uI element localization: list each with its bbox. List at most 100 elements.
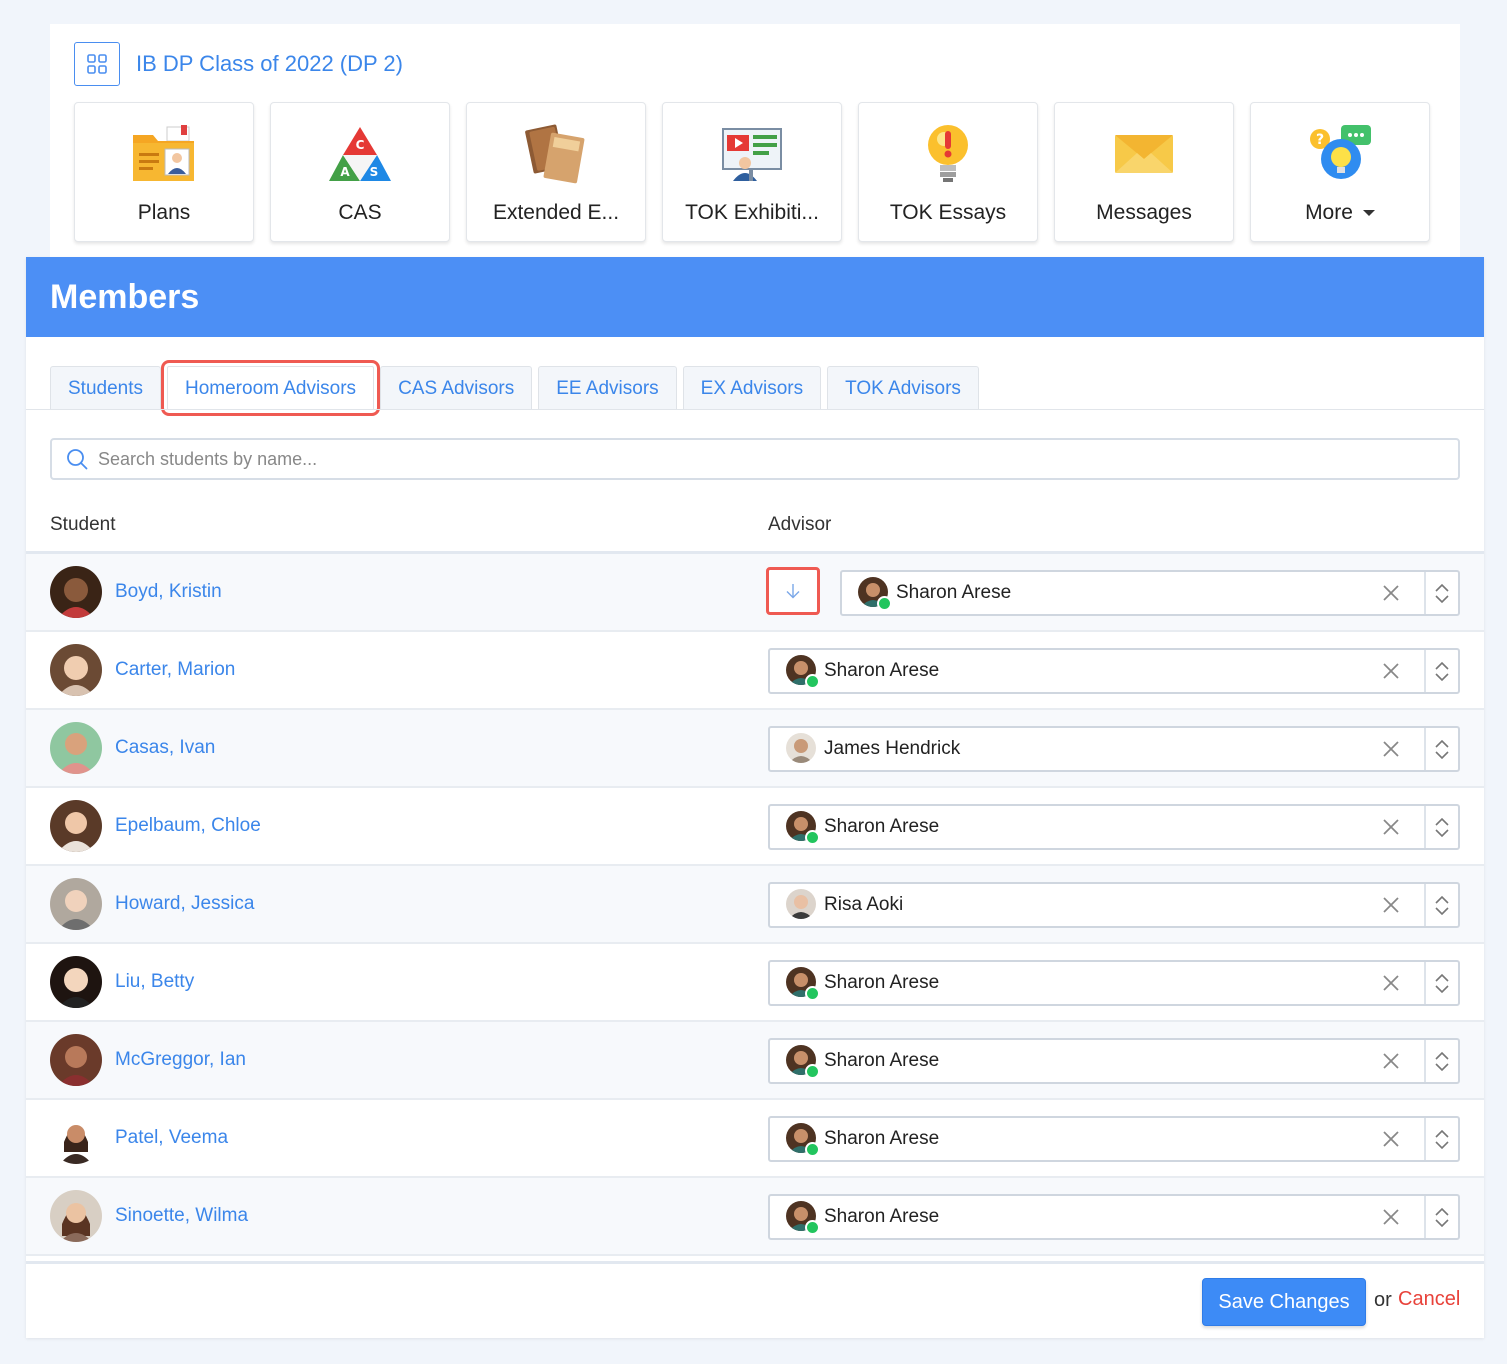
close-icon[interactable] [1380, 1128, 1402, 1150]
class-card: IB DP Class of 2022 (DP 2) Plans C A S C… [50, 24, 1460, 264]
chevron-up-icon [1435, 661, 1449, 670]
close-icon[interactable] [1380, 1206, 1402, 1228]
chevron-down-icon [1435, 750, 1449, 759]
tab-ex-advisors[interactable]: EX Advisors [682, 366, 822, 410]
svg-text:C: C [356, 138, 365, 152]
close-icon[interactable] [1380, 660, 1402, 682]
select-stepper[interactable] [1424, 1040, 1458, 1082]
student-name[interactable]: Sinoette, Wilma [115, 1205, 248, 1227]
chevron-up-icon [1435, 583, 1449, 592]
student-name[interactable]: Liu, Betty [115, 971, 194, 993]
advisor-name: Sharon Arese [824, 660, 940, 681]
chevron-up-icon [1435, 817, 1449, 826]
extended-essay-notebook-icon [525, 124, 585, 184]
tab-students[interactable]: Students [50, 366, 161, 410]
table-row: Casas, Ivan James Hendrick [26, 710, 1484, 788]
close-icon[interactable] [1380, 582, 1402, 604]
tile-label: Messages [1096, 201, 1192, 224]
advisor-name: Sharon Arese [824, 1128, 940, 1149]
or-text: or [1374, 1289, 1392, 1311]
advisor-avatar [786, 967, 820, 1001]
tile-tok-exhibition[interactable]: TOK Exhibiti... [662, 102, 842, 242]
advisor-name: James Hendrick [824, 738, 961, 759]
tab-homeroom-advisors[interactable]: Homeroom Advisors [160, 360, 381, 416]
advisor-avatar [786, 733, 818, 765]
tile-plans[interactable]: Plans [74, 102, 254, 242]
advisor-select[interactable]: Sharon Arese [768, 1194, 1460, 1240]
tile-label: TOK Exhibiti... [685, 201, 819, 224]
student-cell: Boyd, Kristin [50, 566, 222, 618]
student-name[interactable]: Patel, Veema [115, 1127, 228, 1149]
close-icon[interactable] [1380, 1050, 1402, 1072]
tile-extended-essay[interactable]: Extended E... [466, 102, 646, 242]
advisor-select[interactable]: Sharon Arese [768, 804, 1460, 850]
student-cell: Epelbaum, Chloe [50, 800, 261, 852]
select-stepper[interactable] [1424, 650, 1458, 692]
student-name[interactable]: McGreggor, Ian [115, 1049, 246, 1071]
advisor-select[interactable]: James Hendrick [768, 726, 1460, 772]
close-icon[interactable] [1380, 894, 1402, 916]
apps-grid-button[interactable] [74, 42, 120, 86]
advisor-select[interactable]: Sharon Arese [768, 960, 1460, 1006]
online-status-dot [805, 1142, 820, 1157]
advisor-avatar [786, 811, 820, 845]
student-name[interactable]: Epelbaum, Chloe [115, 815, 261, 837]
avatar [50, 1034, 102, 1086]
app-tiles: Plans C A S CAS Extended E... TOK Exhibi… [74, 102, 1430, 242]
close-icon[interactable] [1380, 816, 1402, 838]
chevron-down-icon [1435, 828, 1449, 837]
select-stepper[interactable] [1424, 806, 1458, 848]
online-status-dot [877, 596, 892, 611]
svg-text:A: A [340, 165, 350, 179]
select-stepper[interactable] [1424, 1118, 1458, 1160]
chevron-up-icon [1435, 1129, 1449, 1138]
advisor-name: Sharon Arese [824, 972, 940, 993]
table-row: Howard, Jessica Risa Aoki [26, 866, 1484, 944]
class-title[interactable]: IB DP Class of 2022 (DP 2) [136, 51, 403, 77]
select-stepper[interactable] [1424, 962, 1458, 1004]
student-name[interactable]: Boyd, Kristin [115, 581, 222, 603]
tab-cas-advisors[interactable]: CAS Advisors [380, 366, 533, 410]
close-icon[interactable] [1380, 972, 1402, 994]
apply-to-all-button[interactable] [766, 567, 820, 615]
advisor-select[interactable]: Risa Aoki [768, 882, 1460, 928]
avatar [50, 566, 102, 618]
tile-more[interactable]: ? More [1250, 102, 1430, 242]
search-input[interactable] [98, 448, 1398, 470]
footer-divider [26, 1261, 1484, 1264]
tile-messages[interactable]: Messages [1054, 102, 1234, 242]
more-menu-label: More [1305, 201, 1375, 225]
table-row: Boyd, Kristin Sharon Arese [26, 554, 1484, 632]
student-name[interactable]: Casas, Ivan [115, 737, 215, 759]
search-icon [67, 449, 88, 470]
advisor-select[interactable]: Sharon Arese [768, 1116, 1460, 1162]
advisor-select[interactable]: Sharon Arese [768, 1038, 1460, 1084]
advisor-name: Sharon Arese [824, 816, 940, 837]
table-row: Epelbaum, Chloe Sharon Arese [26, 788, 1484, 866]
tile-tok-essays[interactable]: TOK Essays [858, 102, 1038, 242]
save-changes-button[interactable]: Save Changes [1202, 1278, 1366, 1326]
advisor-name: Sharon Arese [824, 1206, 940, 1227]
advisor-select[interactable]: Sharon Arese [840, 570, 1460, 616]
student-cell: McGreggor, Ian [50, 1034, 246, 1086]
tile-label: Plans [137, 201, 191, 224]
select-stepper[interactable] [1424, 1196, 1458, 1238]
chevron-down-icon [1435, 1218, 1449, 1227]
student-name[interactable]: Carter, Marion [115, 659, 235, 681]
student-name[interactable]: Howard, Jessica [115, 893, 254, 915]
tok-essays-exclamation-icon [928, 125, 968, 182]
select-stepper[interactable] [1424, 728, 1458, 770]
advisor-avatar [786, 889, 818, 921]
chevron-down-icon [1435, 1062, 1449, 1071]
advisor-select[interactable]: Sharon Arese [768, 648, 1460, 694]
select-stepper[interactable] [1424, 884, 1458, 926]
close-icon[interactable] [1380, 738, 1402, 760]
cancel-link[interactable]: Cancel [1398, 1288, 1460, 1311]
plans-folder-icon [133, 125, 194, 181]
advisor-name: Risa Aoki [824, 894, 904, 915]
select-stepper[interactable] [1424, 572, 1458, 614]
student-cell: Carter, Marion [50, 644, 235, 696]
tile-cas[interactable]: C A S CAS [270, 102, 450, 242]
tab-ee-advisors[interactable]: EE Advisors [538, 366, 677, 410]
tab-tok-advisors[interactable]: TOK Advisors [827, 366, 979, 410]
